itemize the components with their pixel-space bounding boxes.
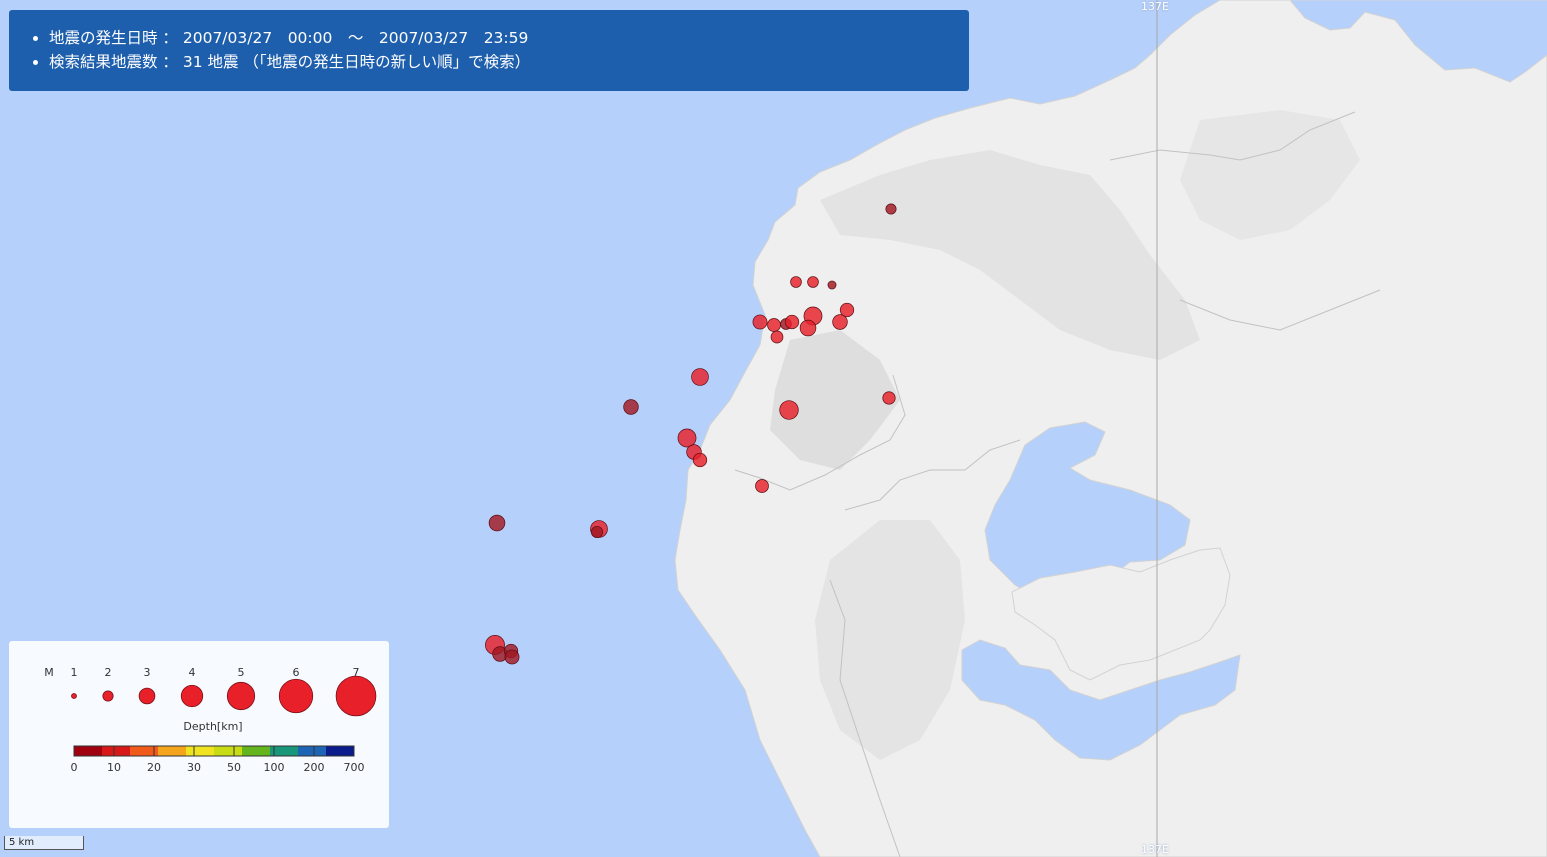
legend-mag-label: 3 [144,666,151,679]
colorbar-tick-label: 100 [264,761,285,774]
earthquake-marker[interactable] [827,280,837,290]
earthquake-marker[interactable] [770,330,784,344]
colorbar-tick-label: 20 [147,761,161,774]
colorbar-segment [298,746,327,756]
colorbar-segment [158,746,187,756]
info-result-count: 検索結果地震数 ： 31 地震 （「地震の発生日時の新しい順」で検索） [49,50,969,74]
legend-mag-symbol [102,690,114,702]
colorbar-segment [186,746,215,756]
legend-mag-label: 4 [189,666,196,679]
meridian-label-bottom: 137E [1141,843,1169,856]
legend-mag-label: 5 [238,666,245,679]
legend-mag-symbol [278,678,314,714]
colorbar-tick-label: 50 [227,761,241,774]
earthquake-marker[interactable] [623,399,639,415]
legend-panel: M 1234567 Depth[km] 0 10 20 30 50 100 200 700 [9,641,389,828]
legend-mag-symbol [71,693,77,699]
earthquake-marker[interactable] [504,649,520,665]
earthquake-marker[interactable] [752,314,768,330]
colorbar-segment [102,746,131,756]
scale-bar: 5 km [4,836,84,850]
legend-magnitudes: 1234567 [71,666,377,717]
legend-graphic: M 1234567 Depth[km] 0 10 20 30 50 100 200 700 [44,666,377,774]
earthquake-marker[interactable] [755,479,769,493]
legend-mag-symbol [180,684,204,708]
colorbar-tick-label: 200 [304,761,325,774]
legend-depth-colorbar: 0 10 20 30 50 100 200 700 [71,745,365,774]
legend-mag-symbol [226,681,256,711]
legend-mag-symbol [335,675,377,717]
earthquake-marker[interactable] [692,452,708,468]
legend-mag-label: 2 [105,666,112,679]
earthquake-marker[interactable] [691,368,709,386]
colorbar-tick-label: 10 [107,761,121,774]
earthquake-marker[interactable] [807,276,819,288]
colorbar-segment [242,746,271,756]
earthquake-marker[interactable] [882,391,896,405]
search-info-panel: 地震の発生日時 ： 2007/03/27 00:00 ～ 2007/03/27 … [9,10,969,91]
colorbar-tick-label: 30 [187,761,201,774]
earthquake-marker[interactable] [832,314,848,330]
legend-mag-symbol [138,687,156,705]
earthquake-marker[interactable] [488,514,506,532]
earthquake-marker[interactable] [799,319,817,337]
colorbar-segment [326,746,355,756]
earthquake-marker[interactable] [779,400,799,420]
earthquake-marker[interactable] [885,203,897,215]
earthquake-marker[interactable] [790,276,802,288]
legend-mag-label: 1 [71,666,78,679]
colorbar-segment [74,746,103,756]
colorbar-segment [214,746,243,756]
meridian-label-top: 137E [1141,0,1169,13]
legend-mag-label: 6 [293,666,300,679]
colorbar-tick-label: 700 [344,761,365,774]
legend-m-label: M [44,666,54,679]
colorbar-tick-label: 0 [71,761,78,774]
earthquake-marker[interactable] [784,314,800,330]
search-info-list: 地震の発生日時 ： 2007/03/27 00:00 ～ 2007/03/27 … [31,26,969,74]
earthquake-marker[interactable] [590,525,604,539]
legend-depth-title: Depth[km] [183,720,242,733]
earthquake-marker[interactable] [677,428,697,448]
earthquake-marker[interactable] [767,318,781,332]
info-date-range: 地震の発生日時 ： 2007/03/27 00:00 ～ 2007/03/27 … [49,26,969,50]
